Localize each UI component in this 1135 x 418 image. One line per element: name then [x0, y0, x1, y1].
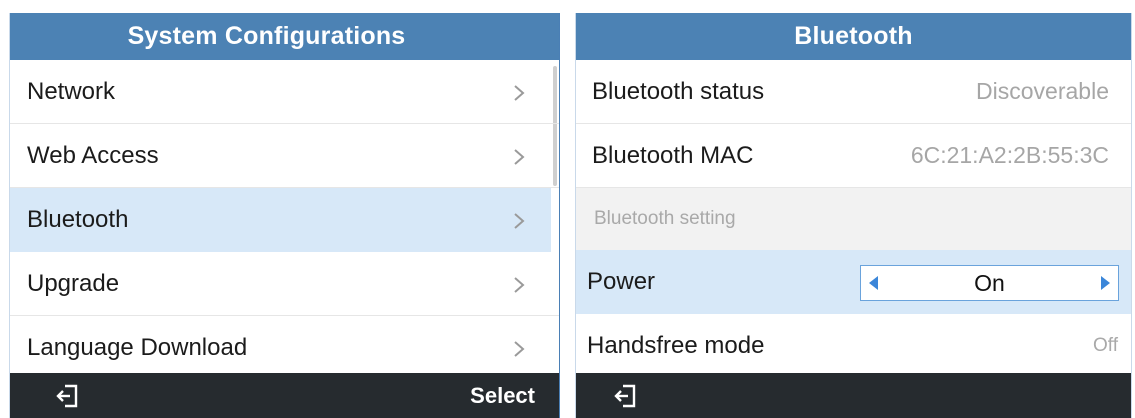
handsfree-mode-row[interactable]: Handsfree mode Off [576, 314, 1131, 378]
bluetooth-status-row: Bluetooth status Discoverable [576, 60, 1131, 124]
chevron-right-icon [514, 213, 525, 229]
handsfree-mode-label: Handsfree mode [587, 331, 765, 359]
softkey-bar: Select [10, 373, 559, 418]
chevron-right-icon [514, 149, 525, 165]
power-value: On [974, 269, 1005, 296]
bluetooth-mac-label: Bluetooth MAC [592, 141, 754, 169]
exit-icon[interactable] [613, 383, 639, 409]
handsfree-mode-value: Off [1093, 334, 1118, 356]
menu-item-label: Upgrade [27, 269, 120, 297]
title-bar: Bluetooth [576, 13, 1131, 60]
menu-item-label: Language Download [27, 333, 248, 361]
bluetooth-mac-row: Bluetooth MAC 6C:21:A2:2B:55:3C [576, 124, 1131, 188]
bluetooth-status-label: Bluetooth status [592, 77, 765, 105]
chevron-right-icon [514, 341, 525, 357]
chevron-right-icon [514, 277, 525, 293]
menu-item-upgrade[interactable]: Upgrade [10, 252, 559, 316]
bluetooth-mac-value: 6C:21:A2:2B:55:3C [910, 142, 1109, 168]
menu-item-bluetooth[interactable]: Bluetooth [10, 188, 551, 252]
power-label: Power [587, 268, 656, 295]
power-selector[interactable]: On [860, 265, 1119, 301]
title-bar: System Configurations [10, 13, 559, 60]
power-row[interactable]: Power On [576, 250, 1131, 314]
menu-item-web-access[interactable]: Web Access [10, 124, 559, 188]
menu-item-label: Bluetooth [27, 205, 129, 233]
bluetooth-screen: Bluetooth Bluetooth status Discoverable … [575, 13, 1132, 418]
section-header-bluetooth-setting: Bluetooth setting [576, 188, 1131, 250]
exit-icon[interactable] [55, 383, 81, 409]
screen-title: System Configurations [127, 22, 406, 50]
menu-item-label: Web Access [27, 141, 159, 169]
section-label: Bluetooth setting [594, 208, 736, 229]
menu-item-language-download[interactable]: Language Download [10, 316, 559, 380]
arrow-left-icon[interactable] [869, 276, 878, 290]
system-configurations-screen: System Configurations Network Web Access… [9, 13, 560, 418]
screen-title: Bluetooth [794, 22, 913, 50]
menu-item-network[interactable]: Network [10, 60, 559, 124]
arrow-right-icon[interactable] [1101, 276, 1110, 290]
softkey-bar [576, 373, 1131, 418]
chevron-right-icon [514, 85, 525, 101]
menu-item-label: Network [27, 77, 116, 105]
bluetooth-status-value: Discoverable [976, 78, 1109, 104]
select-softkey[interactable]: Select [470, 383, 535, 409]
